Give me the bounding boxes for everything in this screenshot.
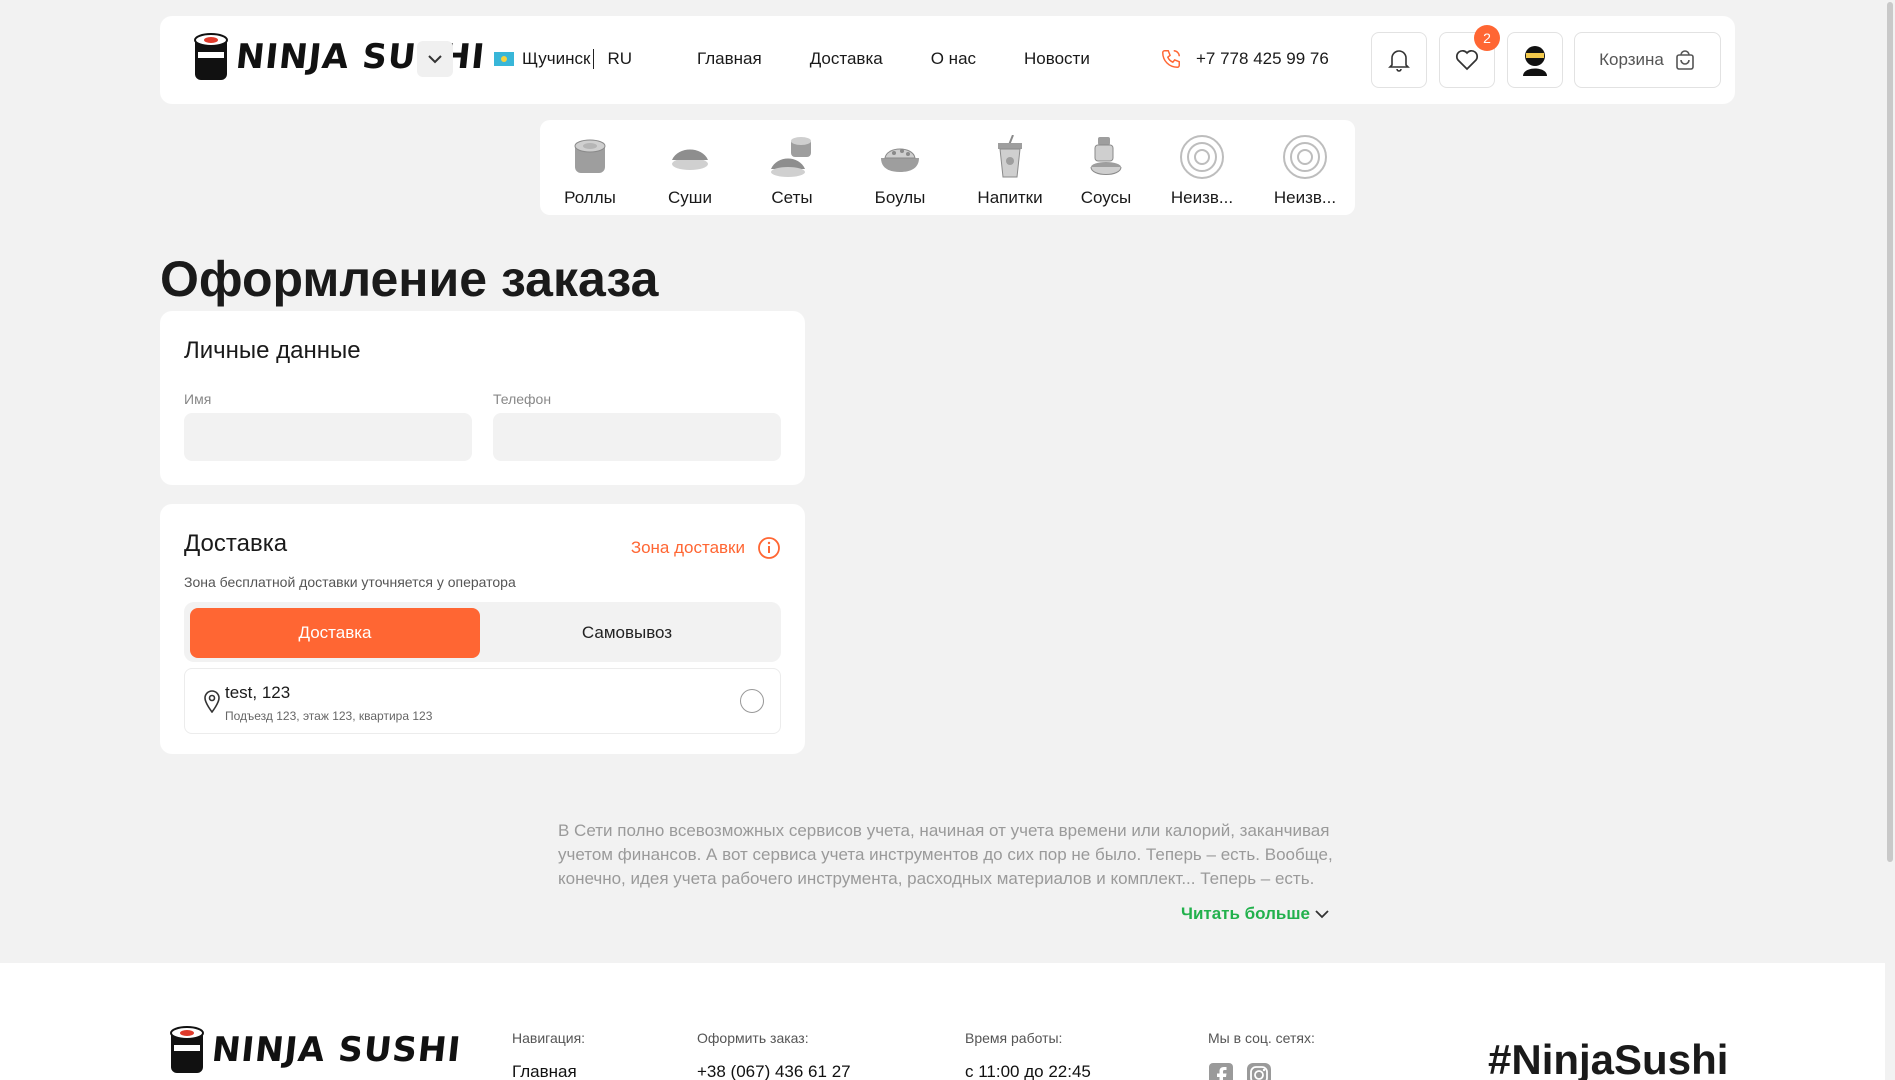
cart-button[interactable]: Корзина	[1574, 32, 1721, 88]
address-radio[interactable]	[740, 689, 764, 713]
unknown-icon	[1283, 135, 1327, 179]
footer-order-phone[interactable]: +38 (067) 436 61 27	[697, 1062, 851, 1080]
ninja-roll-logo-icon	[194, 33, 228, 80]
footer-hours-heading: Время работы:	[965, 1030, 1063, 1046]
text-caret	[592, 49, 594, 69]
category-bowls[interactable]: Боулы	[850, 132, 950, 208]
nav-item-home[interactable]: Главная	[697, 49, 762, 69]
footer-social-heading: Мы в соц. сетях:	[1208, 1030, 1315, 1046]
info-icon	[758, 537, 780, 559]
shopping-bag-icon	[1676, 50, 1694, 70]
phone-icon	[1162, 50, 1180, 68]
footer-hours-value: с 11:00 до 22:45	[965, 1062, 1091, 1080]
footer-hashtag: #NinjaSushi	[1488, 1036, 1729, 1080]
phone-field[interactable]	[493, 413, 781, 461]
seo-text: В Сети полно всевозможных сервисов учета…	[558, 821, 1333, 888]
footer-order-column: Оформить заказ: +38 (067) 436 61 27	[697, 1030, 851, 1080]
kazakhstan-flag-icon	[494, 52, 514, 66]
category-label: Суши	[668, 188, 712, 207]
scrollbar-thumb[interactable]	[1887, 2, 1893, 862]
phone-label: Телефон	[493, 391, 552, 407]
read-more-label: Читать больше	[1181, 904, 1311, 923]
footer-hours-column: Время работы: с 11:00 до 22:45	[965, 1030, 1091, 1080]
favorites-button[interactable]: 2	[1439, 25, 1500, 88]
phone-number: +7 778 425 99 76	[1196, 49, 1329, 68]
logo-dropdown-button[interactable]	[417, 41, 453, 77]
roll-icon	[574, 139, 606, 173]
footer-nav-home-link[interactable]: Главная	[512, 1062, 585, 1080]
nav-item-about[interactable]: О нас	[931, 49, 976, 69]
delivery-card: Доставка Зона доставки Зона бесплатной д…	[160, 504, 805, 754]
category-label: Сеты	[771, 188, 813, 207]
category-label: Соусы	[1080, 188, 1132, 207]
category-label: Боулы	[874, 188, 926, 207]
personal-data-title: Личные данные	[184, 337, 361, 364]
city-selector[interactable]: Щучинск RU	[494, 49, 632, 69]
unknown-icon	[1180, 135, 1224, 179]
address-line2: Подъезд 123, этаж 123, квартира 123	[225, 709, 433, 723]
set-icon	[771, 137, 811, 177]
category-label: Роллы	[564, 188, 616, 207]
category-label: Неизв...	[1273, 188, 1337, 207]
footer-logo-text: NINJA SUSHI	[209, 1030, 464, 1070]
page-title: Оформление заказа	[160, 251, 659, 307]
chevron-down-icon	[428, 55, 442, 64]
category-sauces[interactable]: Соусы	[1056, 132, 1156, 208]
category-drinks[interactable]: Напитки	[960, 132, 1060, 208]
facebook-icon[interactable]	[1208, 1062, 1234, 1080]
category-unknown-2[interactable]: Неизв...	[1255, 132, 1355, 208]
footer-nav-heading: Навигация:	[512, 1030, 586, 1046]
bell-icon	[1388, 50, 1410, 72]
main-nav: Главная Доставка О нас Новости	[697, 49, 1090, 69]
footer: NINJA SUSHI Навигация: Главная Оформить …	[0, 963, 1885, 1080]
ninja-avatar-icon	[1523, 46, 1547, 76]
delivery-method-switch: Доставка Самовывоз	[184, 602, 781, 662]
category-label: Неизв...	[1170, 188, 1234, 207]
category-sets[interactable]: Сеты	[742, 132, 842, 208]
location-pin-icon	[204, 690, 220, 713]
delivery-zone-link[interactable]: Зона доставки	[631, 536, 781, 560]
instagram-icon[interactable]	[1246, 1062, 1272, 1080]
language-selector[interactable]: RU	[608, 49, 633, 69]
sushi-icon	[672, 149, 708, 170]
category-rolls[interactable]: Роллы	[540, 132, 640, 208]
category-label: Напитки	[977, 188, 1043, 207]
name-field[interactable]	[184, 413, 472, 461]
cart-label: Корзина	[1599, 50, 1664, 69]
favorites-count-badge: 2	[1474, 25, 1500, 51]
read-more-link[interactable]: Читать больше	[1181, 904, 1330, 924]
category-bar: Роллы Суши Сеты Боулы Напитки Соусы Неиз…	[540, 120, 1355, 215]
footer-nav-column: Навигация: Главная	[512, 1030, 585, 1080]
page-scrollbar[interactable]	[1885, 0, 1895, 1080]
pickup-option-button[interactable]: Самовывоз	[482, 608, 772, 658]
delivery-zone-label: Зона доставки	[630, 538, 745, 557]
bowl-icon	[881, 148, 919, 172]
footer-order-heading: Оформить заказ:	[697, 1030, 809, 1046]
delivery-hint: Зона бесплатной доставки уточняется у оп…	[184, 574, 516, 590]
profile-button[interactable]	[1507, 32, 1563, 88]
address-line1: test, 123	[225, 683, 291, 702]
drink-icon	[998, 135, 1022, 178]
address-item[interactable]: test, 123 Подъезд 123, этаж 123, квартир…	[184, 668, 781, 734]
footer-social-column: Мы в соц. сетях:	[1208, 1030, 1315, 1080]
nav-item-delivery[interactable]: Доставка	[810, 49, 883, 69]
nav-item-news[interactable]: Новости	[1024, 49, 1090, 69]
delivery-option-button[interactable]: Доставка	[190, 608, 480, 658]
sauce-icon	[1090, 137, 1122, 175]
personal-data-card: Личные данные Имя Телефон	[160, 311, 805, 485]
city-name: Щучинск	[522, 49, 591, 68]
heart-icon	[1455, 49, 1479, 71]
category-sushi[interactable]: Суши	[640, 132, 740, 208]
header: NINJA SUSHI Щучинск RU Главная Доставка …	[160, 16, 1735, 104]
ninja-roll-logo-icon	[170, 1026, 204, 1073]
notifications-button[interactable]	[1371, 32, 1427, 88]
category-unknown-1[interactable]: Неизв...	[1152, 132, 1252, 208]
footer-logo[interactable]: NINJA SUSHI	[170, 1025, 464, 1075]
header-phone[interactable]: +7 778 425 99 76	[1160, 48, 1329, 70]
name-label: Имя	[184, 391, 212, 407]
chevron-down-icon	[1315, 910, 1329, 919]
delivery-title: Доставка	[184, 530, 288, 557]
